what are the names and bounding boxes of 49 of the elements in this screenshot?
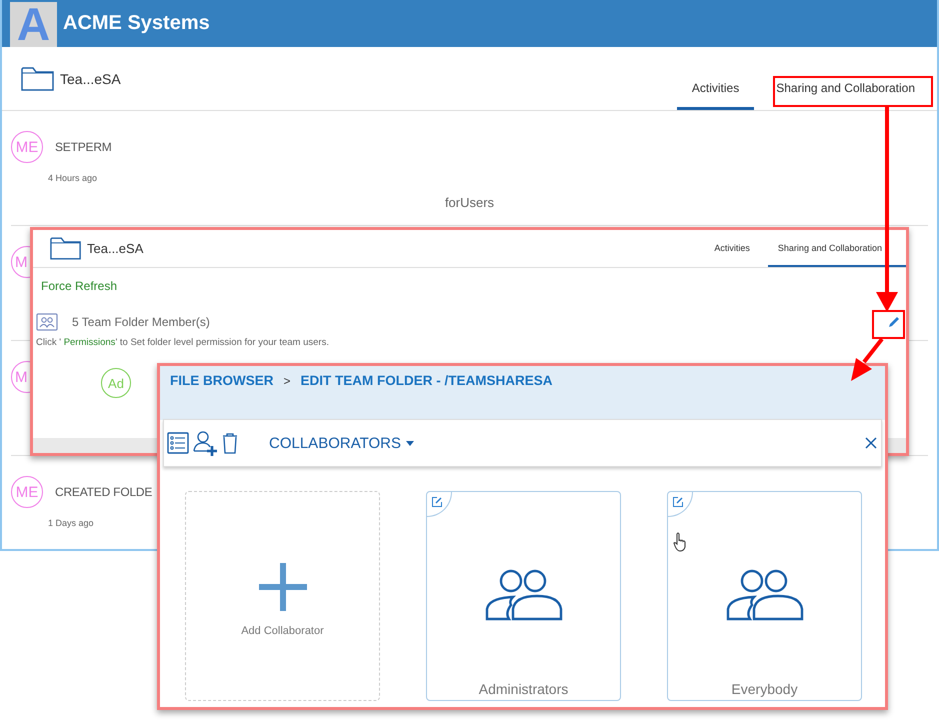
group-icon xyxy=(726,569,804,621)
list-icon[interactable] xyxy=(167,432,189,454)
collaborator-card[interactable]: Everybody xyxy=(667,491,862,701)
permission-hint: Click ' Permissions' to Set folder level permission for your team users. xyxy=(36,337,330,348)
folder-name: Tea...eSA xyxy=(60,70,121,86)
activity-time: 1 Days ago xyxy=(48,518,95,528)
edit-icon xyxy=(431,496,443,508)
edit-icon[interactable] xyxy=(887,315,901,329)
activity-time: 4 Hours ago xyxy=(48,173,98,183)
breadcrumb-separator: > xyxy=(284,374,291,388)
edit-button[interactable] xyxy=(427,492,452,517)
arrow xyxy=(851,338,884,381)
avatar: ME xyxy=(11,476,43,508)
edit-icon xyxy=(672,496,684,508)
activity-detail: forUsers xyxy=(444,195,494,210)
trash-icon[interactable] xyxy=(221,432,239,454)
plus-icon xyxy=(258,563,306,611)
team-folder-icon xyxy=(36,313,58,331)
tab[interactable]: Sharing and Collaboration xyxy=(768,230,906,267)
highlight-box xyxy=(872,310,905,339)
card-label: Administrators xyxy=(478,681,568,697)
force-refresh-link[interactable]: Force Refresh xyxy=(41,279,906,293)
activity-action: CREATED FOLDE xyxy=(55,485,152,499)
member-count: 5 Team Folder Member(s) xyxy=(72,315,210,329)
tab[interactable]: Sharing and Collaboration xyxy=(761,47,930,110)
app-title: ACME Systems xyxy=(63,12,210,35)
tab[interactable]: Activities xyxy=(676,47,754,110)
logo: A xyxy=(10,2,57,47)
folder-name: Tea...eSA xyxy=(87,241,144,256)
activity-action: SETPERM xyxy=(55,140,112,154)
folder-icon xyxy=(21,66,55,92)
caret-icon xyxy=(406,440,414,446)
hand-cursor-icon xyxy=(673,532,687,552)
folder-icon xyxy=(50,236,82,261)
group-icon xyxy=(484,569,562,621)
card-label: Everybody xyxy=(731,681,798,697)
breadcrumb-link[interactable]: EDIT TEAM FOLDER - /TEAMSHARESA xyxy=(300,373,553,388)
permissions-link[interactable]: Permissions xyxy=(64,337,116,348)
tab[interactable]: Activities xyxy=(704,230,760,267)
avatar: ME xyxy=(11,131,43,163)
card-label: Add Collaborator xyxy=(241,625,324,637)
breadcrumb-link[interactable]: FILE BROWSER xyxy=(170,373,274,388)
collaborators-dropdown[interactable]: COLLABORATORS xyxy=(263,434,420,452)
edit-button[interactable] xyxy=(668,492,693,517)
add-user-icon[interactable] xyxy=(193,430,217,456)
avatar: Ad xyxy=(101,368,131,398)
close-icon[interactable] xyxy=(865,437,877,449)
collaborator-card[interactable]: Add Collaborator xyxy=(185,491,380,701)
collaborator-card[interactable]: Administrators xyxy=(426,491,621,701)
